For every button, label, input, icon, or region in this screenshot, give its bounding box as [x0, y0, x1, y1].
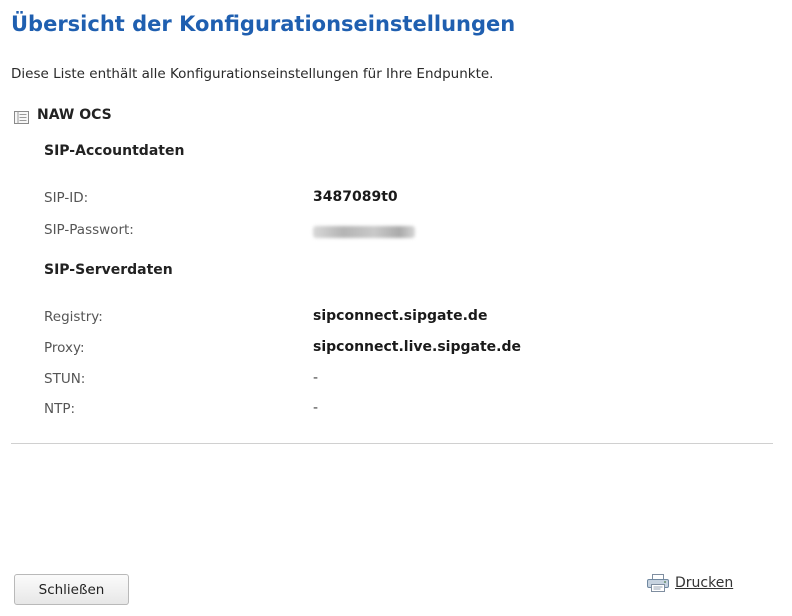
page-description: Diese Liste enthält alle Konfigurationse…: [11, 66, 494, 82]
stun-label: STUN:: [44, 371, 86, 387]
ntp-value: -: [313, 400, 319, 416]
close-button[interactable]: Schließen: [14, 574, 129, 605]
registry-value: sipconnect.sipgate.de: [313, 308, 488, 324]
list-icon: [14, 109, 29, 124]
stun-value: -: [313, 370, 319, 386]
proxy-value: sipconnect.live.sipgate.de: [313, 339, 521, 355]
account-section-title: SIP-Accountdaten: [44, 143, 185, 159]
endpoint-section-header: NAW OCS: [14, 107, 112, 124]
proxy-label: Proxy:: [44, 340, 85, 356]
sip-password-label: SIP-Passwort:: [44, 222, 134, 238]
ntp-label: NTP:: [44, 401, 76, 417]
print-link[interactable]: Drucken: [647, 574, 733, 592]
endpoint-name: NAW OCS: [37, 107, 112, 123]
registry-label: Registry:: [44, 309, 103, 325]
sip-id-label: SIP-ID:: [44, 190, 89, 206]
section-divider: [11, 443, 773, 444]
print-label: Drucken: [675, 575, 734, 591]
page-title: Übersicht der Konfigurationseinstellunge…: [11, 12, 516, 36]
printer-icon: [647, 574, 669, 592]
sip-password-value: [313, 226, 415, 238]
sip-id-value: 3487089t0: [313, 189, 398, 205]
server-section-title: SIP-Serverdaten: [44, 262, 173, 278]
